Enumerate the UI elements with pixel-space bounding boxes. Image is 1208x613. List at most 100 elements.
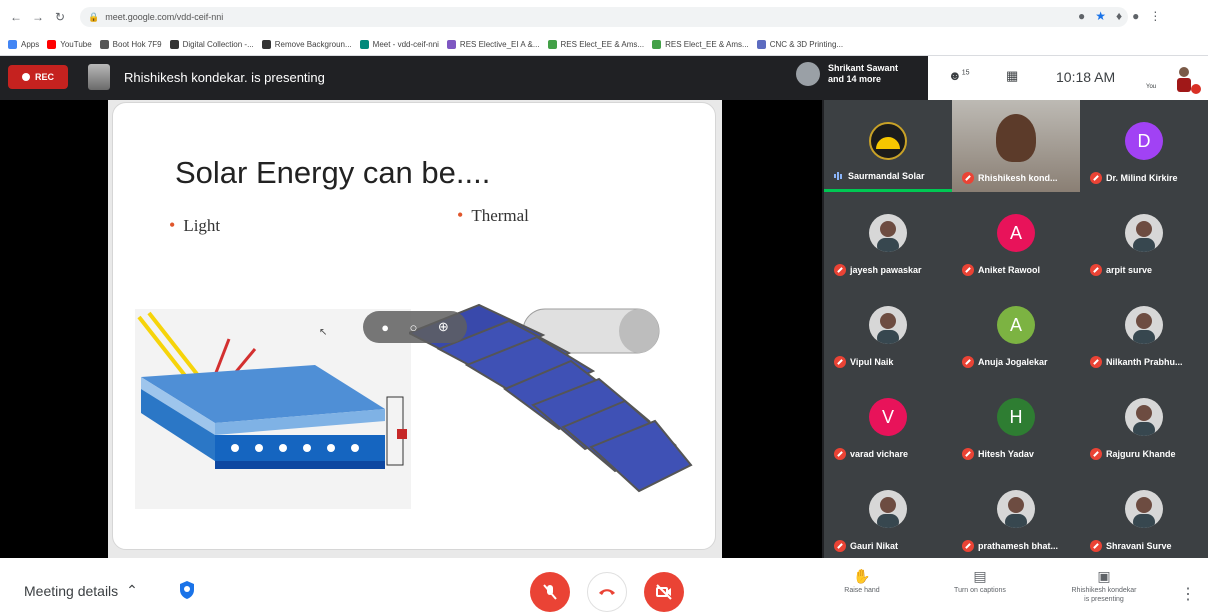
bookmark-label: Meet - vdd-ceif-nni bbox=[372, 40, 439, 49]
mic-off-icon bbox=[1090, 172, 1102, 184]
extensions-icon[interactable]: ♦ bbox=[1116, 9, 1122, 23]
mic-off-icon bbox=[834, 448, 846, 460]
avatar-initial: D bbox=[1125, 122, 1163, 160]
bookmark-item[interactable]: CNC & 3D Printing... bbox=[756, 40, 843, 49]
bookmark-icon bbox=[47, 40, 57, 49]
shield-icon[interactable] bbox=[178, 580, 196, 600]
slide-title: Solar Energy can be.... bbox=[175, 155, 491, 190]
participant-tile[interactable]: Shravani Surve bbox=[1080, 468, 1208, 560]
participant-tile[interactable]: prathamesh bhat... bbox=[952, 468, 1080, 560]
cursor-icon: ↖ bbox=[319, 327, 328, 338]
reload-icon[interactable]: ↻ bbox=[52, 9, 68, 25]
bookmark-item[interactable]: RES Elect_EE & Ams... bbox=[652, 40, 749, 49]
participant-tile[interactable]: arpit surve bbox=[1080, 192, 1208, 284]
bookmark-icon bbox=[756, 40, 766, 49]
mic-off-icon bbox=[834, 356, 846, 368]
mute-tile-icon[interactable]: ○ bbox=[410, 320, 418, 335]
participant-name: Hitesh Yadav bbox=[962, 448, 1076, 460]
raise-hand-button[interactable]: ✋ Raise hand bbox=[812, 568, 912, 595]
captions-button[interactable]: ▤ Turn on captions bbox=[930, 568, 1030, 595]
participant-name: Anuja Jogalekar bbox=[962, 356, 1076, 368]
participant-tile[interactable]: Rajguru Khande bbox=[1080, 376, 1208, 468]
mic-off-icon bbox=[962, 448, 974, 460]
participant-tile[interactable]: Saurmandal Solar bbox=[824, 100, 952, 192]
people-icon[interactable]: ☻15 bbox=[948, 68, 969, 83]
bookmark-icon bbox=[547, 40, 557, 49]
pin-icon[interactable]: ● bbox=[381, 320, 389, 335]
bookmark-item[interactable]: Digital Collection -... bbox=[169, 40, 254, 49]
bookmark-icon bbox=[652, 40, 662, 49]
mic-off-icon bbox=[962, 172, 974, 184]
back-icon[interactable]: ← bbox=[8, 9, 24, 25]
participant-name: Rajguru Khande bbox=[1090, 448, 1204, 460]
slide-bullet-light: • Light bbox=[169, 215, 220, 236]
star-icon[interactable]: ★ bbox=[1095, 9, 1106, 23]
participant-tile[interactable]: A Aniket Rawool bbox=[952, 192, 1080, 284]
participant-tile[interactable]: Gauri Nikat bbox=[824, 468, 952, 560]
bullet-dot-icon: • bbox=[169, 215, 176, 235]
bookmark-item[interactable]: RES Elect_EE & Ams... bbox=[547, 40, 644, 49]
forward-icon[interactable]: → bbox=[30, 9, 46, 25]
slide: Solar Energy can be.... • Light • Thermal bbox=[112, 102, 716, 550]
meeting-details-button[interactable]: Meeting details ⌃ bbox=[24, 582, 138, 599]
more-tile-icon[interactable]: ⊕ bbox=[438, 319, 449, 335]
bookmark-item[interactable]: YouTube bbox=[47, 40, 92, 49]
avatar-photo bbox=[869, 490, 907, 528]
participant-name-text: Shravani Surve bbox=[1106, 541, 1172, 551]
avatar-photo bbox=[1125, 398, 1163, 436]
profile-icon[interactable]: ● bbox=[1132, 9, 1139, 23]
hand-icon: ✋ bbox=[853, 568, 871, 584]
recording-label: REC bbox=[34, 72, 54, 82]
bookmark-label: Digital Collection -... bbox=[182, 40, 254, 49]
bookmarks-bar: Apps YouTube Boot Hok 7F9 Digital Collectio… bbox=[0, 34, 1208, 56]
participant-name: varad vichare bbox=[834, 448, 948, 460]
participant-tile[interactable]: A Anuja Jogalekar bbox=[952, 284, 1080, 376]
participant-name: Dr. Milind Kirkire bbox=[1090, 172, 1204, 184]
chat-icon[interactable]: ▦ bbox=[1006, 68, 1018, 84]
bookmark-label: RES Elective_EI A &... bbox=[459, 40, 540, 49]
participant-tile[interactable]: Vvarad vichare bbox=[824, 376, 952, 468]
slide-bullet-thermal: • Thermal bbox=[457, 205, 529, 226]
bookmark-item[interactable]: RES Elective_EI A &... bbox=[446, 40, 540, 49]
participant-name: Saurmandal Solar bbox=[834, 171, 948, 181]
microphone-off-button[interactable] bbox=[530, 572, 570, 612]
browser-menu-icon[interactable]: ⋮ bbox=[1149, 9, 1161, 23]
leave-call-button[interactable] bbox=[587, 572, 627, 612]
bullet-text: Thermal bbox=[471, 206, 529, 225]
mic-off-icon bbox=[962, 356, 974, 368]
people-line2: and 14 more bbox=[828, 74, 882, 84]
participant-name-text: Nilkanth Prabhu... bbox=[1106, 357, 1183, 367]
bullet-text: Light bbox=[183, 216, 221, 235]
more-options-icon[interactable]: ⋮ bbox=[1180, 584, 1196, 604]
bookmark-item[interactable]: Remove Backgroun... bbox=[261, 40, 352, 49]
participant-name: Vipul Naik bbox=[834, 356, 948, 368]
avatar-initial: V bbox=[869, 398, 907, 436]
avatar-initial: A bbox=[997, 306, 1035, 344]
url-field[interactable]: 🔒 meet.google.com/vdd-ceif-nni bbox=[80, 7, 1128, 27]
bookmark-item[interactable]: Apps bbox=[8, 40, 39, 49]
participant-tile[interactable]: H Hitesh Yadav bbox=[952, 376, 1080, 468]
participant-name: Rhishikesh kond... bbox=[962, 172, 1076, 184]
speaking-icon bbox=[834, 171, 844, 181]
bookmark-item[interactable]: Boot Hok 7F9 bbox=[99, 40, 162, 49]
bookmark-icon bbox=[99, 40, 109, 49]
present-status-button[interactable]: ▣ Rhishikesh kondekar is presenting bbox=[1054, 568, 1154, 604]
participant-tile[interactable]: Rhishikesh kond... bbox=[952, 100, 1080, 192]
recording-badge: REC bbox=[8, 65, 68, 89]
participant-name: Shravani Surve bbox=[1090, 540, 1204, 552]
participant-tile[interactable]: Nilkanth Prabhu... bbox=[1080, 284, 1208, 376]
participant-name-text: prathamesh bhat... bbox=[978, 541, 1059, 551]
logo-avatar bbox=[869, 122, 907, 160]
participant-tile[interactable]: D Dr. Milind Kirkire bbox=[1080, 100, 1208, 192]
camera-off-button[interactable] bbox=[644, 572, 684, 612]
participant-tile[interactable]: jayesh pawaskar bbox=[824, 192, 952, 284]
participant-tile[interactable]: Vipul Naik bbox=[824, 284, 952, 376]
mic-off-icon bbox=[1090, 540, 1102, 552]
participant-name-text: Aniket Rawool bbox=[978, 265, 1041, 275]
participant-name: prathamesh bhat... bbox=[962, 540, 1076, 552]
key-icon[interactable]: ● bbox=[1078, 9, 1085, 23]
raise-hand-label: Raise hand bbox=[844, 587, 880, 594]
people-summary[interactable]: Shrikant Sawant and 14 more bbox=[796, 62, 898, 86]
bookmark-item[interactable]: Meet - vdd-ceif-nni bbox=[359, 40, 439, 49]
mic-off-icon bbox=[834, 540, 846, 552]
